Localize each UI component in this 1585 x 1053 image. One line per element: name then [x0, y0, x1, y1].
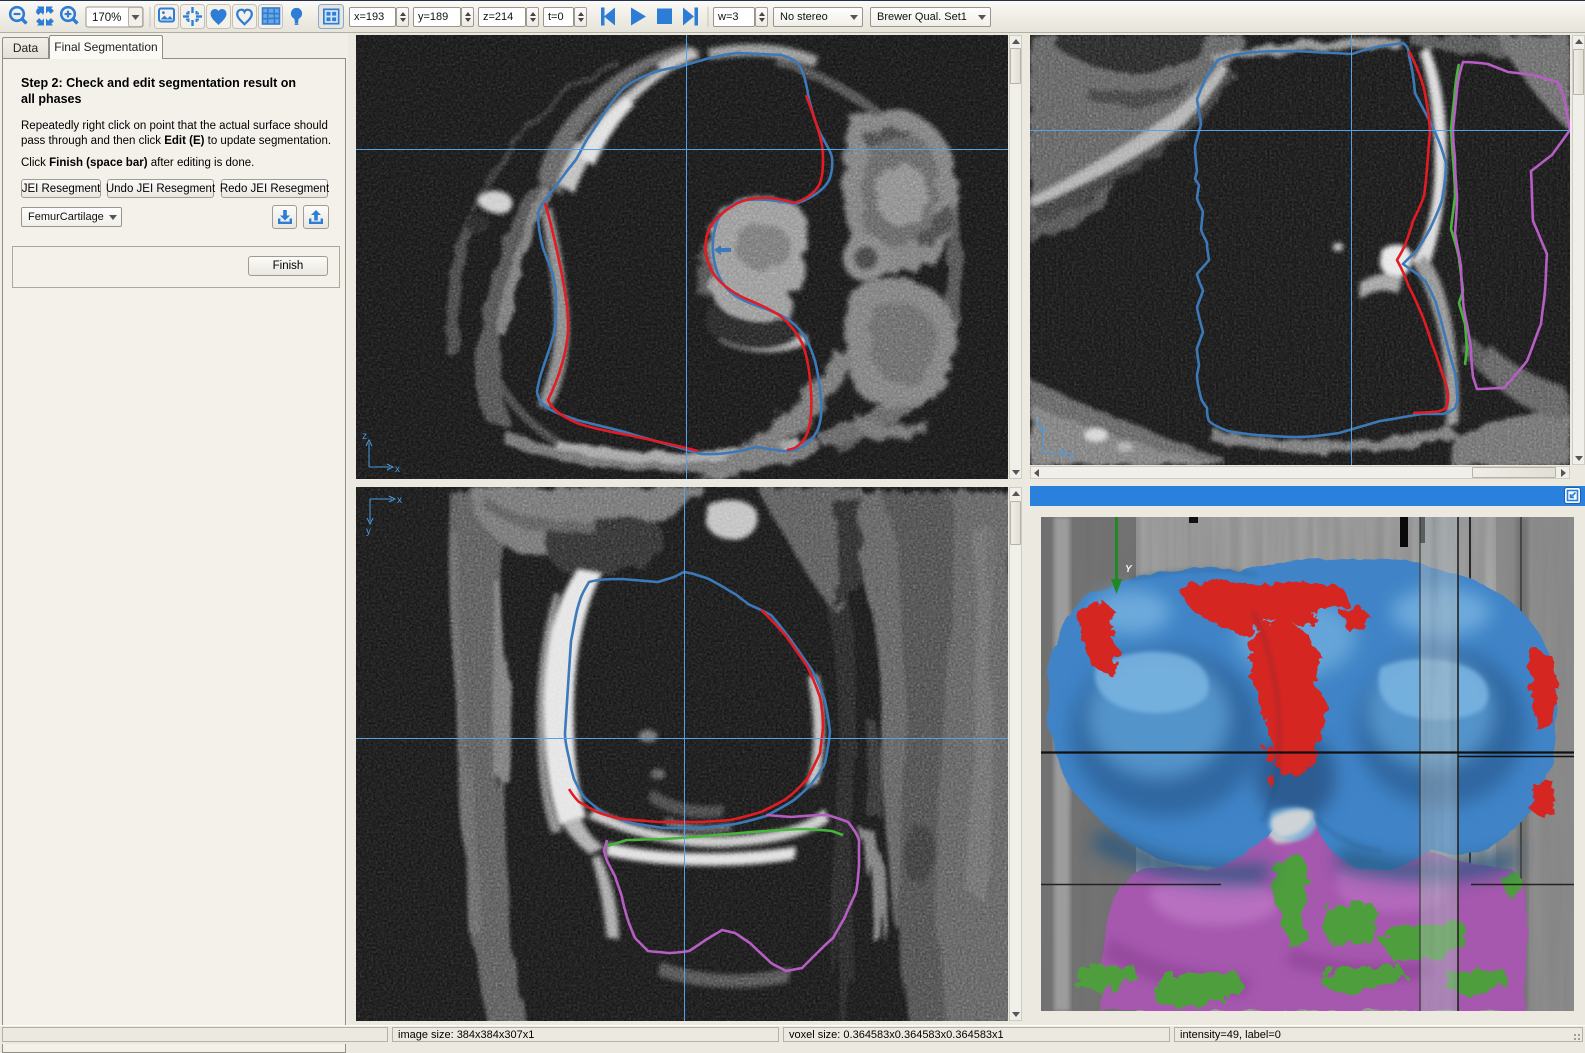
svg-text:z: z [1036, 417, 1041, 428]
svg-text:z: z [362, 431, 367, 442]
svg-text:x: x [397, 495, 402, 506]
svg-text:y: y [1069, 450, 1074, 461]
svg-text:x: x [395, 464, 400, 475]
svg-text:y: y [366, 526, 371, 537]
svg-text:170%: 170% [92, 12, 121, 24]
